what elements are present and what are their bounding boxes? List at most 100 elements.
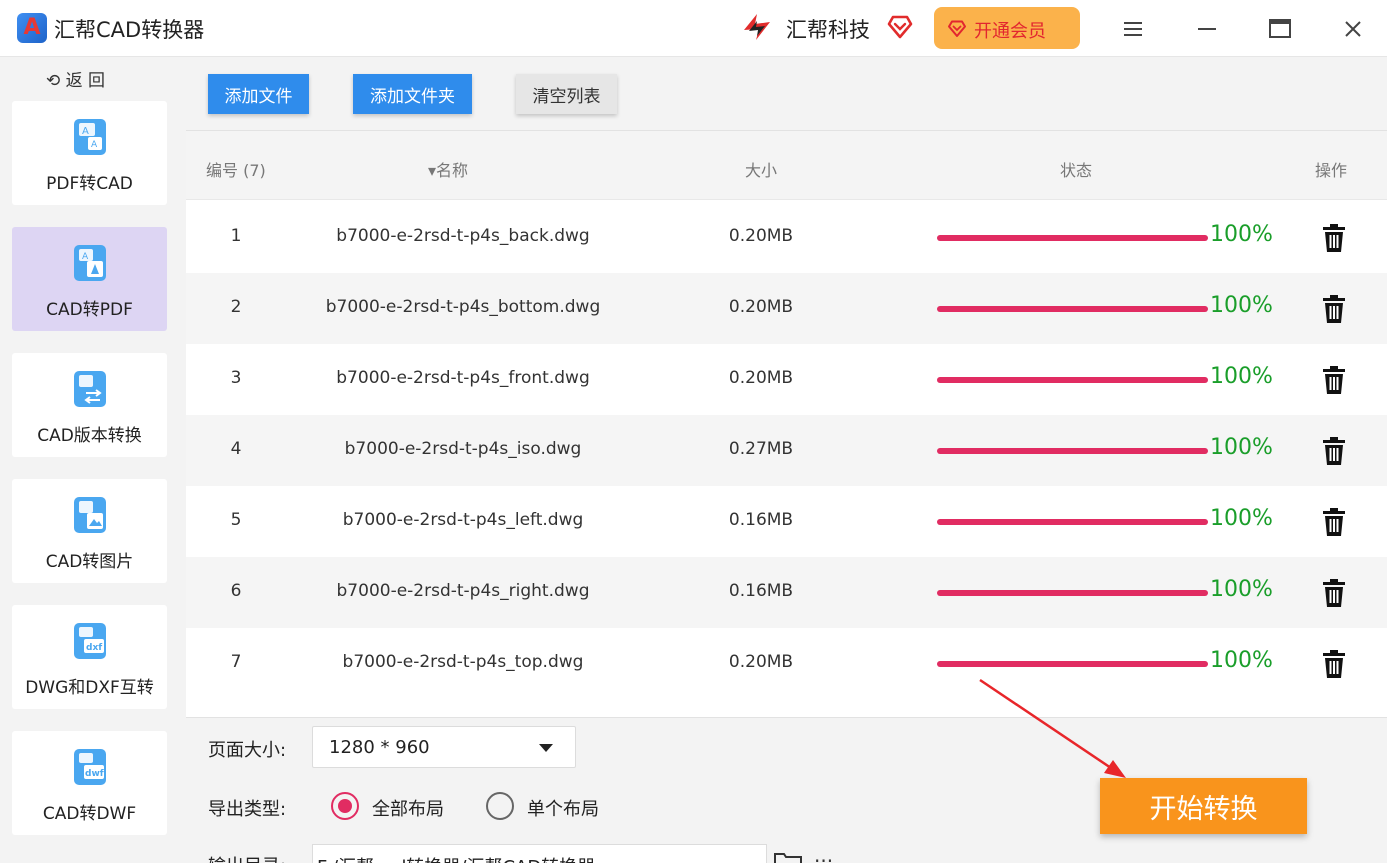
- row-filename: b7000-e-2rsd-t-p4s_back.dwg: [336, 226, 590, 246]
- progress-bar: [937, 235, 1208, 241]
- progress-bar: [937, 306, 1208, 312]
- cad-version-icon: [74, 371, 106, 407]
- add-folder-button[interactable]: 添加文件夹: [353, 74, 472, 114]
- title-bar: A 汇帮CAD转换器 汇帮科技 开通会员: [0, 0, 1387, 57]
- maximize-icon[interactable]: [1265, 14, 1295, 44]
- toolbar: 添加文件 添加文件夹 清空列表: [186, 57, 1387, 131]
- add-file-button[interactable]: 添加文件: [208, 74, 309, 114]
- sidebar-item-cad-to-dwf[interactable]: dwf CAD转DWF: [12, 731, 167, 835]
- row-filename: b7000-e-2rsd-t-p4s_left.dwg: [342, 510, 584, 530]
- vip-button[interactable]: 开通会员: [934, 7, 1080, 49]
- trash-icon[interactable]: [1321, 578, 1347, 608]
- cad-to-dwf-icon: dwf: [74, 749, 106, 785]
- header-size[interactable]: 大小: [745, 157, 777, 181]
- table-row[interactable]: 4 b7000-e-2rsd-t-p4s_iso.dwg 0.27MB 100%: [186, 415, 1387, 486]
- row-size: 0.20MB: [728, 368, 794, 388]
- row-percent: 100%: [1210, 222, 1273, 247]
- table-row[interactable]: 2 b7000-e-2rsd-t-p4s_bottom.dwg 0.20MB 1…: [186, 273, 1387, 344]
- brand-logo-icon: [744, 14, 770, 40]
- brand-name: 汇帮科技: [786, 18, 870, 42]
- row-percent: 100%: [1210, 435, 1273, 460]
- close-icon[interactable]: [1338, 14, 1368, 44]
- trash-icon[interactable]: [1321, 436, 1347, 466]
- row-percent: 100%: [1210, 364, 1273, 389]
- table-row[interactable]: 1 b7000-e-2rsd-t-p4s_back.dwg 0.20MB 100…: [186, 202, 1387, 273]
- progress-fill: [937, 448, 1208, 454]
- file-table: 编号 (7) ▾名称 大小 状态 操作 1 b7000-e-2rsd-t-p4s…: [186, 131, 1387, 717]
- page-size-label: 页面大小:: [208, 740, 287, 761]
- table-row[interactable]: 5 b7000-e-2rsd-t-p4s_left.dwg 0.16MB 100…: [186, 486, 1387, 557]
- page-size-select[interactable]: 1280 * 960: [312, 726, 576, 768]
- table-row[interactable]: 6 b7000-e-2rsd-t-p4s_right.dwg 0.16MB 10…: [186, 557, 1387, 628]
- row-filename: b7000-e-2rsd-t-p4s_iso.dwg: [344, 439, 582, 459]
- progress-fill: [937, 661, 1208, 667]
- back-button[interactable]: ⟲ 返 回: [46, 66, 105, 91]
- folder-icon[interactable]: [774, 851, 802, 863]
- sidebar-item-pdf-to-cad[interactable]: A A PDF转CAD: [12, 101, 167, 205]
- progress-fill: [937, 519, 1208, 525]
- radio-export-all[interactable]: [331, 792, 359, 820]
- header-number[interactable]: 编号 (7): [206, 157, 266, 181]
- sidebar-item-dwg-dxf[interactable]: dxf DWG和DXF互转: [12, 605, 167, 709]
- row-filename: b7000-e-2rsd-t-p4s_right.dwg: [336, 581, 590, 601]
- pdf-to-cad-icon: A A: [74, 119, 106, 155]
- output-dir-field[interactable]: F:/汇帮cad转换器/汇帮CAD转换器: [312, 844, 767, 863]
- back-arrow-icon: ⟲: [46, 71, 61, 91]
- vip-button-label: 开通会员: [974, 21, 1046, 42]
- header-name[interactable]: ▾名称: [428, 157, 468, 181]
- progress-fill: [937, 306, 1208, 312]
- minimize-icon[interactable]: [1192, 14, 1222, 44]
- sidebar-item-label: CAD版本转换: [37, 426, 142, 446]
- row-percent: 100%: [1210, 648, 1273, 673]
- sidebar-item-cad-to-image[interactable]: CAD转图片: [12, 479, 167, 583]
- row-size: 0.27MB: [728, 439, 794, 459]
- sidebar: ⟲ 返 回 A A PDF转CAD A CAD转PDF CAD版本转换 CAD转…: [0, 57, 186, 863]
- progress-fill: [937, 590, 1208, 596]
- export-type-label: 导出类型:: [208, 799, 287, 820]
- progress-fill: [937, 377, 1208, 383]
- trash-icon[interactable]: [1321, 365, 1347, 395]
- sidebar-item-label: PDF转CAD: [46, 174, 133, 194]
- header-status: 状态: [1060, 161, 1093, 180]
- row-filename: b7000-e-2rsd-t-p4s_front.dwg: [336, 368, 590, 388]
- table-row[interactable]: 7 b7000-e-2rsd-t-p4s_top.dwg 0.20MB 100%: [186, 628, 1387, 699]
- sidebar-item-cad-version[interactable]: CAD版本转换: [12, 353, 167, 457]
- cad-to-image-icon: [74, 497, 106, 533]
- clear-list-button[interactable]: 清空列表: [516, 74, 617, 114]
- trash-icon[interactable]: [1321, 294, 1347, 324]
- diamond-heart-icon: [887, 15, 913, 39]
- chevron-down-icon: [539, 744, 553, 752]
- start-convert-button[interactable]: 开始转换: [1100, 778, 1307, 834]
- trash-icon[interactable]: [1321, 507, 1347, 537]
- svg-text:dxf: dxf: [86, 643, 102, 653]
- export-single-label[interactable]: 单个布局: [527, 795, 599, 821]
- table-row[interactable]: 3 b7000-e-2rsd-t-p4s_front.dwg 0.20MB 10…: [186, 344, 1387, 415]
- output-dir-label: 输出目录:: [208, 852, 286, 863]
- row-percent: 100%: [1210, 293, 1273, 318]
- sort-desc-icon: ▾: [428, 161, 437, 180]
- app-logo-icon: A: [17, 13, 47, 43]
- row-size: 0.16MB: [728, 510, 794, 530]
- trash-icon[interactable]: [1321, 223, 1347, 253]
- trash-icon[interactable]: [1321, 649, 1347, 679]
- app-title: 汇帮CAD转换器: [54, 18, 205, 42]
- diamond-heart-icon: [948, 20, 966, 37]
- row-size: 0.16MB: [728, 581, 794, 601]
- row-size: 0.20MB: [728, 652, 794, 672]
- row-percent: 100%: [1210, 577, 1273, 602]
- svg-text:A: A: [82, 126, 89, 137]
- more-icon[interactable]: ···: [814, 849, 833, 863]
- settings-panel: 页面大小: 1280 * 960 导出类型: 全部布局 单个布局 输出目录: F…: [186, 717, 1387, 863]
- output-dir-value: F:/汇帮cad转换器/汇帮CAD转换器: [317, 853, 595, 863]
- menu-icon[interactable]: [1118, 14, 1148, 44]
- row-filename: b7000-e-2rsd-t-p4s_bottom.dwg: [325, 297, 601, 317]
- row-size: 0.20MB: [728, 297, 794, 317]
- sidebar-item-label: CAD转图片: [45, 552, 134, 572]
- radio-export-single[interactable]: [486, 792, 514, 820]
- sidebar-item-cad-to-pdf[interactable]: A CAD转PDF: [12, 227, 167, 331]
- export-all-label[interactable]: 全部布局: [372, 795, 444, 821]
- header-name-label: 名称: [436, 161, 469, 180]
- dwg-dxf-icon: dxf: [74, 623, 106, 659]
- progress-bar: [937, 661, 1208, 667]
- row-size: 0.20MB: [728, 226, 794, 246]
